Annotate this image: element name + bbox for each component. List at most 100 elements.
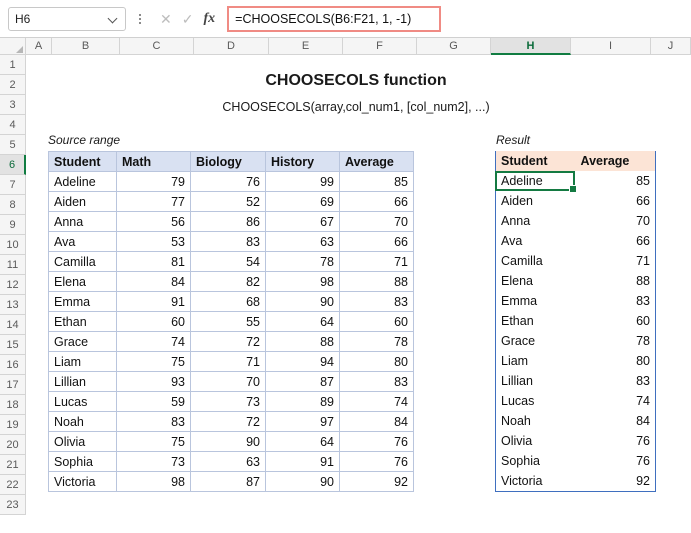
- cell-student[interactable]: Camilla: [496, 251, 576, 271]
- table-row[interactable]: Aiden 77 52 69 66: [48, 191, 414, 212]
- cell-student[interactable]: Adeline: [496, 171, 576, 191]
- cell-value[interactable]: 99: [265, 171, 340, 192]
- cell-value[interactable]: 90: [265, 291, 340, 312]
- row-header-12[interactable]: 12: [0, 275, 26, 295]
- cell-value[interactable]: 80: [576, 351, 656, 371]
- cell-value[interactable]: 76: [576, 451, 656, 471]
- table-row[interactable]: Lillian 93 70 87 83: [48, 371, 414, 392]
- cell-value[interactable]: 88: [339, 271, 414, 292]
- function-icon[interactable]: fx: [203, 11, 215, 27]
- cell-student[interactable]: Olivia: [48, 431, 117, 452]
- table-row[interactable]: Lucas 74: [496, 391, 656, 411]
- cell-student[interactable]: Lillian: [496, 371, 576, 391]
- cell-value[interactable]: 76: [190, 171, 266, 192]
- cell-value[interactable]: 76: [576, 431, 656, 451]
- column-header-b[interactable]: B: [52, 38, 120, 55]
- cell-value[interactable]: 85: [339, 171, 414, 192]
- table-row[interactable]: Liam 75 71 94 80: [48, 351, 414, 372]
- cell-value[interactable]: 80: [339, 351, 414, 372]
- table-row[interactable]: Olivia 75 90 64 76: [48, 431, 414, 452]
- table-row[interactable]: Emma 83: [496, 291, 656, 311]
- table-row[interactable]: Camilla 81 54 78 71: [48, 251, 414, 272]
- formula-input[interactable]: =CHOOSECOLS(B6:F21, 1, -1): [227, 5, 441, 32]
- cell-student[interactable]: Liam: [48, 351, 117, 372]
- cancel-icon[interactable]: ✕: [160, 12, 172, 26]
- cell-value[interactable]: 68: [190, 291, 266, 312]
- more-options-icon[interactable]: [132, 13, 148, 24]
- row-header-7[interactable]: 7: [0, 175, 26, 195]
- cell-student[interactable]: Adeline: [48, 171, 117, 192]
- cell-value[interactable]: 88: [576, 271, 656, 291]
- cell-value[interactable]: 74: [576, 391, 656, 411]
- table-row[interactable]: Noah 84: [496, 411, 656, 431]
- sheet-canvas[interactable]: CHOOSECOLS function CHOOSECOLS(array,col…: [26, 55, 691, 533]
- cell-student[interactable]: Ava: [48, 231, 117, 252]
- cell-value[interactable]: 91: [265, 451, 340, 472]
- cell-student[interactable]: Victoria: [48, 471, 117, 492]
- table-row[interactable]: Ethan 60 55 64 60: [48, 311, 414, 332]
- cell-value[interactable]: 59: [116, 391, 191, 412]
- column-header-g[interactable]: G: [417, 38, 491, 55]
- row-header-14[interactable]: 14: [0, 315, 26, 335]
- cell-value[interactable]: 93: [116, 371, 191, 392]
- column-header-c[interactable]: C: [120, 38, 194, 55]
- column-header-e[interactable]: E: [269, 38, 343, 55]
- cell-value[interactable]: 63: [190, 451, 266, 472]
- table-row[interactable]: Elena 84 82 98 88: [48, 271, 414, 292]
- cell-value[interactable]: 83: [116, 411, 191, 432]
- table-row[interactable]: Sophia 73 63 91 76: [48, 451, 414, 472]
- cell-value[interactable]: 78: [265, 251, 340, 272]
- cell-value[interactable]: 56: [116, 211, 191, 232]
- row-header-11[interactable]: 11: [0, 255, 26, 275]
- cell-value[interactable]: 84: [339, 411, 414, 432]
- cell-value[interactable]: 83: [190, 231, 266, 252]
- cell-value[interactable]: 73: [190, 391, 266, 412]
- cell-value[interactable]: 70: [576, 211, 656, 231]
- cell-value[interactable]: 76: [339, 451, 414, 472]
- table-row[interactable]: Grace 74 72 88 78: [48, 331, 414, 352]
- cell-value[interactable]: 66: [576, 191, 656, 211]
- row-header-9[interactable]: 9: [0, 215, 26, 235]
- cell-student[interactable]: Anna: [496, 211, 576, 231]
- cell-student[interactable]: Lillian: [48, 371, 117, 392]
- cell-value[interactable]: 74: [116, 331, 191, 352]
- cell-value[interactable]: 78: [339, 331, 414, 352]
- cell-value[interactable]: 71: [190, 351, 266, 372]
- row-header-5[interactable]: 5: [0, 135, 26, 155]
- row-header-18[interactable]: 18: [0, 395, 26, 415]
- cell-value[interactable]: 85: [576, 171, 656, 191]
- cell-student[interactable]: Noah: [496, 411, 576, 431]
- cell-value[interactable]: 89: [265, 391, 340, 412]
- cell-value[interactable]: 70: [190, 371, 266, 392]
- cell-value[interactable]: 54: [190, 251, 266, 272]
- cell-student[interactable]: Elena: [496, 271, 576, 291]
- cell-value[interactable]: 81: [116, 251, 191, 272]
- cell-value[interactable]: 92: [339, 471, 414, 492]
- cell-student[interactable]: Liam: [496, 351, 576, 371]
- cell-student[interactable]: Lucas: [496, 391, 576, 411]
- table-row[interactable]: Noah 83 72 97 84: [48, 411, 414, 432]
- table-row[interactable]: Anna 70: [496, 211, 656, 231]
- cell-value[interactable]: 52: [190, 191, 266, 212]
- table-row[interactable]: Lillian 83: [496, 371, 656, 391]
- column-header-a[interactable]: A: [26, 38, 52, 55]
- cell-student[interactable]: Lucas: [48, 391, 117, 412]
- cell-student[interactable]: Emma: [48, 291, 117, 312]
- row-header-2[interactable]: 2: [0, 75, 26, 95]
- cell-student[interactable]: Anna: [48, 211, 117, 232]
- table-row[interactable]: Camilla 71: [496, 251, 656, 271]
- table-row[interactable]: Lucas 59 73 89 74: [48, 391, 414, 412]
- row-header-4[interactable]: 4: [0, 115, 26, 135]
- table-row[interactable]: Olivia 76: [496, 431, 656, 451]
- cell-value[interactable]: 75: [116, 351, 191, 372]
- table-row[interactable]: Sophia 76: [496, 451, 656, 471]
- cell-value[interactable]: 60: [339, 311, 414, 332]
- name-box[interactable]: H6: [8, 6, 126, 31]
- cell-value[interactable]: 97: [265, 411, 340, 432]
- cell-student[interactable]: Victoria: [496, 471, 576, 491]
- table-row[interactable]: Victoria 92: [496, 471, 656, 491]
- cell-value[interactable]: 87: [190, 471, 266, 492]
- cell-value[interactable]: 78: [576, 331, 656, 351]
- table-row[interactable]: Victoria 98 87 90 92: [48, 471, 414, 492]
- cell-value[interactable]: 71: [339, 251, 414, 272]
